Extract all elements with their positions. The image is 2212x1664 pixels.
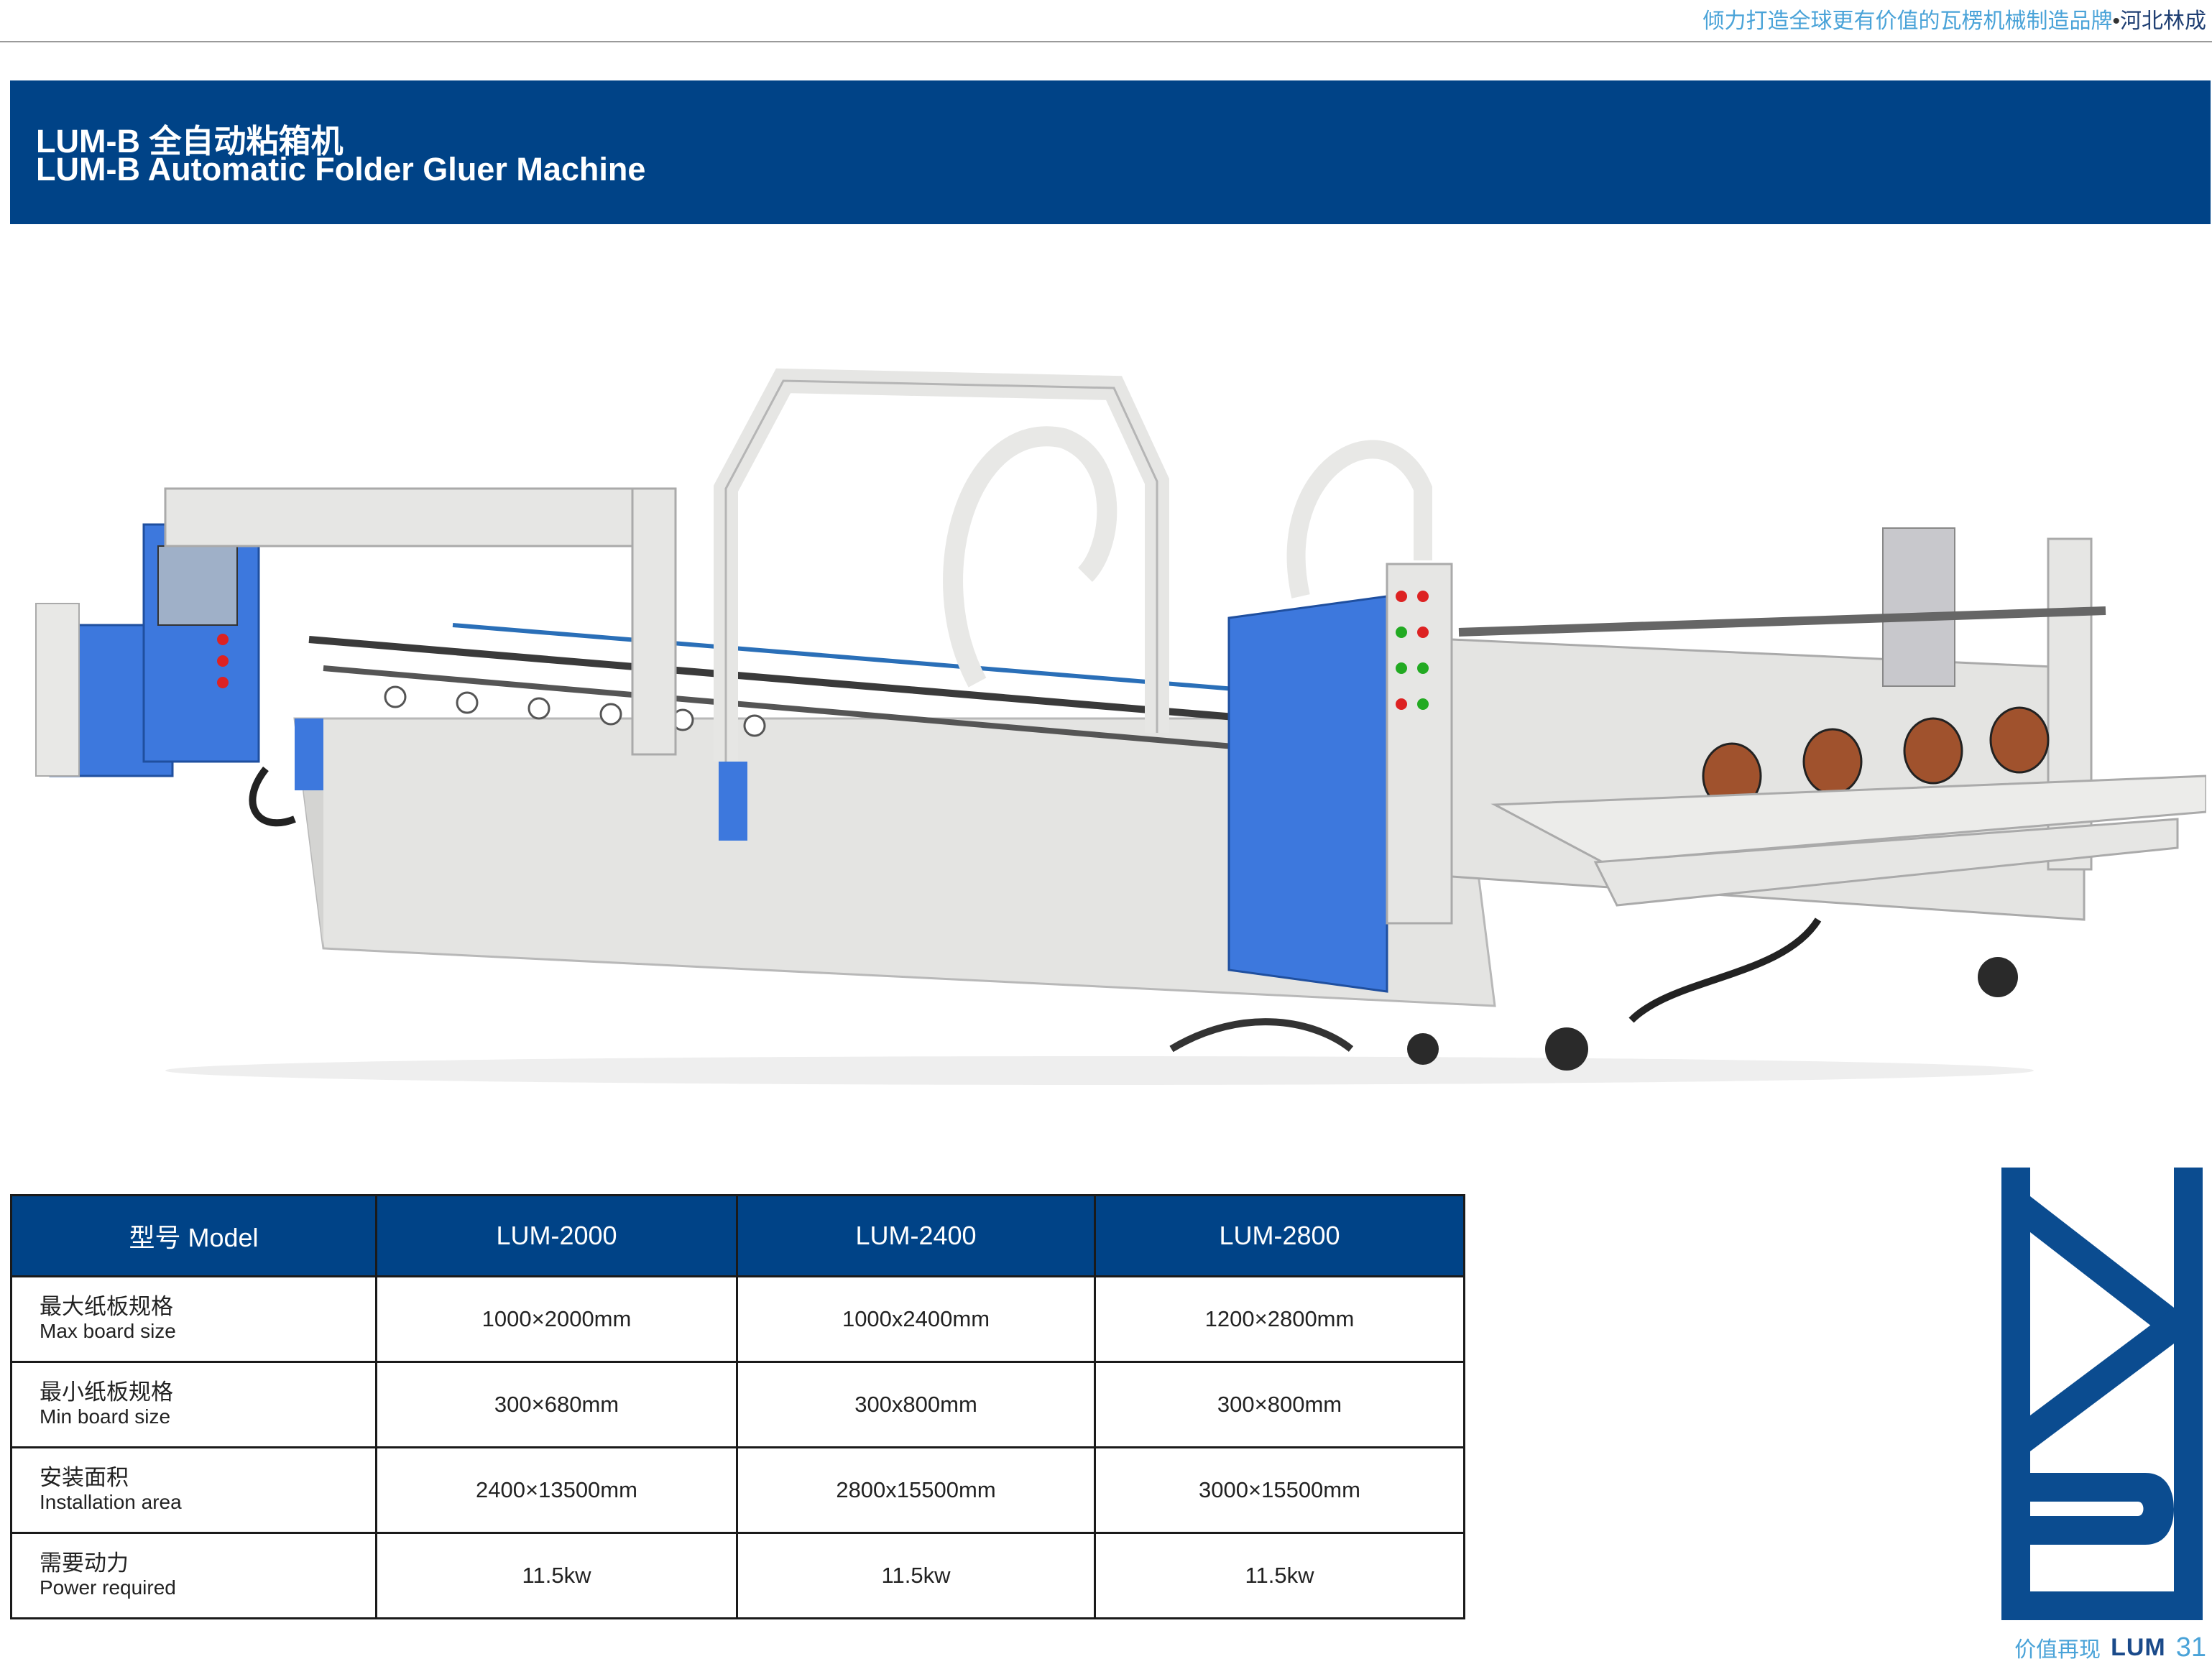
footer: 价值再现 LUM 31: [2014, 1631, 2206, 1664]
row-label-zh: 需要动力: [40, 1550, 129, 1576]
table-row: 安装面积 Installation area 2400×13500mm 2800…: [10, 1446, 1465, 1534]
row-label-zh: 安装面积: [40, 1465, 129, 1490]
table-cell: 300×680mm: [375, 1361, 738, 1448]
table-cell: 11.5kw: [736, 1532, 1096, 1619]
table-row: 需要动力 Power required 11.5kw 11.5kw 11.5kw: [10, 1532, 1465, 1619]
header-model: 型号 Model: [10, 1194, 377, 1277]
page-number: 31: [2175, 1632, 2206, 1663]
table-cell: 11.5kw: [375, 1532, 738, 1619]
row-label: 安装面积 Installation area: [10, 1446, 377, 1534]
table-row: 最小纸板规格 Min board size 300×680mm 300x800m…: [10, 1361, 1465, 1448]
header-lum-2000: LUM-2000: [375, 1194, 738, 1277]
table-cell: 300x800mm: [736, 1361, 1096, 1448]
table-cell: 300×800mm: [1094, 1361, 1465, 1448]
top-divider: [0, 41, 2212, 42]
header-lum-2800: LUM-2800: [1094, 1194, 1465, 1277]
table-cell: 1000x2400mm: [736, 1275, 1096, 1363]
table-cell: 2400×13500mm: [375, 1446, 738, 1534]
table-cell: 3000×15500mm: [1094, 1446, 1465, 1534]
spec-table: 型号 Model LUM-2000 LUM-2400 LUM-2800 最大纸板…: [10, 1194, 1465, 1619]
spec-header-row: 型号 Model LUM-2000 LUM-2400 LUM-2800: [10, 1194, 1465, 1277]
table-row: 最大纸板规格 Max board size 1000×2000mm 1000x2…: [10, 1275, 1465, 1363]
footer-logo: LUM: [2111, 1633, 2166, 1661]
row-label-en: Max board size: [40, 1320, 176, 1342]
title-english: LUM-B Automatic Folder Gluer Machine: [36, 151, 646, 188]
row-label-zh: 最小纸板规格: [40, 1379, 173, 1405]
row-label-en: Installation area: [40, 1491, 182, 1513]
table-cell: 11.5kw: [1094, 1532, 1465, 1619]
row-label-en: Min board size: [40, 1405, 171, 1428]
footer-slogan: 价值再现: [2014, 1638, 2101, 1662]
table-cell: 2800x15500mm: [736, 1446, 1096, 1534]
row-label: 需要动力 Power required: [10, 1532, 377, 1619]
title-banner: LUM-B 全自动粘箱机 LUM-B Automatic Folder Glue…: [10, 80, 2211, 224]
table-cell: 1000×2000mm: [375, 1275, 738, 1363]
machine-photo: [35, 368, 2206, 1085]
tagline-text: 倾力打造全球更有价值的瓦楞机械制造品牌: [1702, 9, 2113, 33]
lum-logo-icon: [2001, 1168, 2203, 1620]
row-label: 最小纸板规格 Min board size: [10, 1361, 377, 1448]
row-label-zh: 最大纸板规格: [40, 1294, 173, 1319]
header-lum-2400: LUM-2400: [736, 1194, 1096, 1277]
tagline-brand: 河北林成: [2120, 9, 2206, 33]
row-label-en: Power required: [40, 1576, 176, 1599]
table-cell: 1200×2800mm: [1094, 1275, 1465, 1363]
top-tagline: 倾力打造全球更有价值的瓦楞机械制造品牌•河北林成: [1702, 7, 2206, 36]
tagline-dot: •: [2112, 9, 2120, 33]
row-label: 最大纸板规格 Max board size: [10, 1275, 377, 1363]
